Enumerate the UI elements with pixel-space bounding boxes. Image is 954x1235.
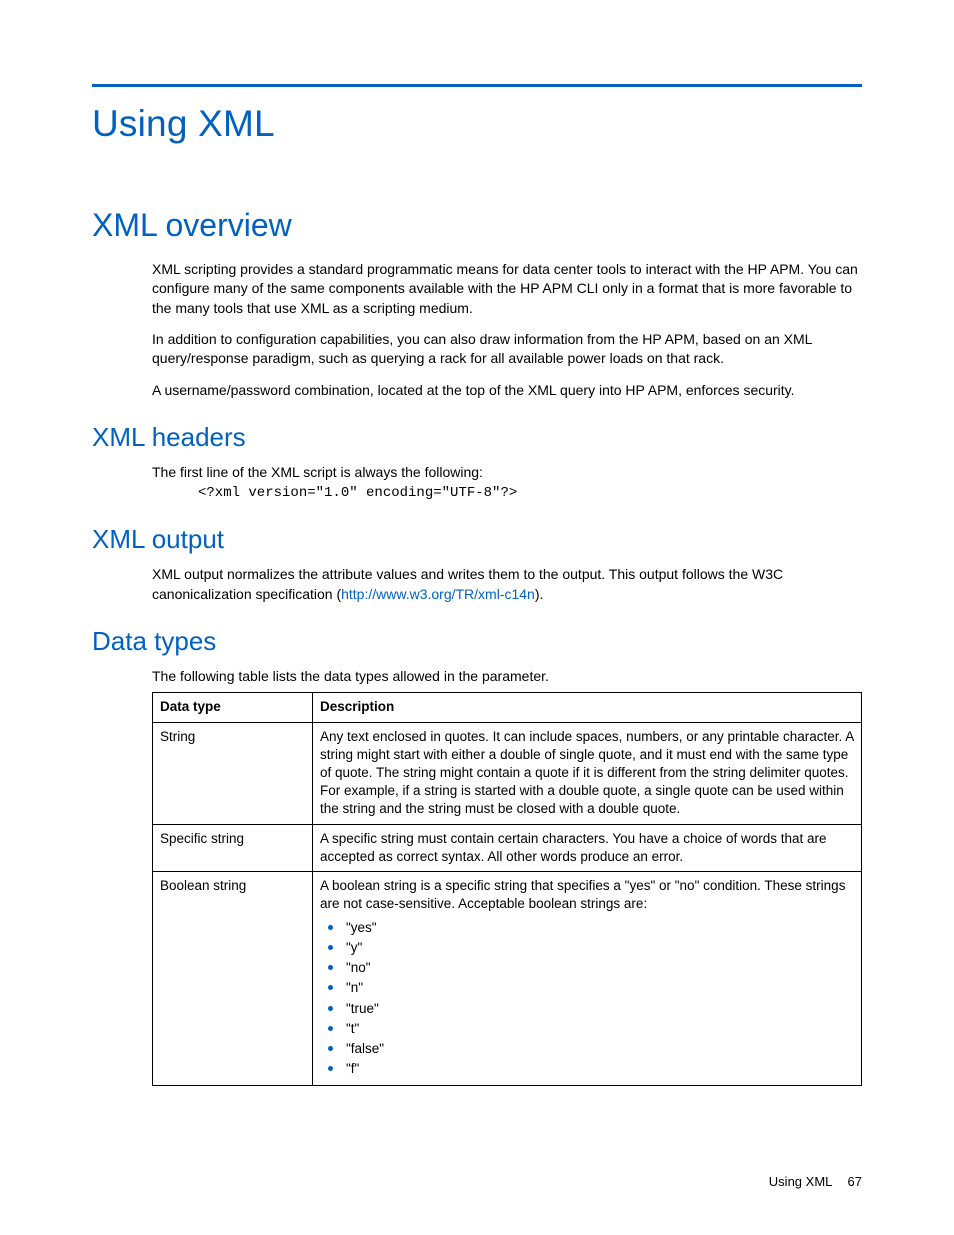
table-row: String Any text enclosed in quotes. It c… [153, 722, 862, 824]
cell-desc-p2: For example, if a string is started with… [320, 782, 854, 818]
cell-type: Boolean string [153, 872, 313, 1085]
cell-desc: A boolean string is a specific string th… [313, 872, 862, 1085]
cell-desc: A specific string must contain certain c… [313, 824, 862, 871]
boolean-bullet-list: "yes" "y" "no" "n" "true" "t" "false" "f… [320, 918, 854, 1080]
datatypes-table: Data type Description String Any text en… [152, 692, 862, 1085]
datatypes-intro: The following table lists the data types… [152, 667, 862, 686]
overview-p3: A username/password combination, located… [152, 381, 862, 400]
list-item: "true" [320, 999, 854, 1019]
cell-desc-p1: A boolean string is a specific string th… [320, 877, 854, 913]
cell-desc: Any text enclosed in quotes. It can incl… [313, 722, 862, 824]
section-output-heading: XML output [92, 524, 862, 555]
list-item: "n" [320, 978, 854, 998]
output-paragraph: XML output normalizes the attribute valu… [152, 565, 862, 604]
overview-p2: In addition to configuration capabilitie… [152, 330, 862, 369]
footer-page-number: 67 [848, 1174, 862, 1189]
cell-type: Specific string [153, 824, 313, 871]
page-footer: Using XML 67 [769, 1174, 862, 1189]
table-row: Specific string A specific string must c… [153, 824, 862, 871]
output-text-after: ). [535, 586, 544, 602]
headers-code: <?xml version="1.0" encoding="UTF-8"?> [198, 484, 862, 502]
table-row: Boolean string A boolean string is a spe… [153, 872, 862, 1085]
section-overview-heading: XML overview [92, 207, 862, 244]
chapter-title: Using XML [92, 103, 862, 145]
list-item: "false" [320, 1039, 854, 1059]
headers-intro: The first line of the XML script is alwa… [152, 463, 862, 482]
list-item: "f" [320, 1059, 854, 1079]
list-item: "y" [320, 938, 854, 958]
list-item: "no" [320, 958, 854, 978]
top-rule [92, 84, 862, 87]
list-item: "t" [320, 1019, 854, 1039]
col-header-description: Description [313, 693, 862, 722]
overview-p1: XML scripting provides a standard progra… [152, 260, 862, 318]
cell-desc-p1: Any text enclosed in quotes. It can incl… [320, 728, 854, 783]
section-datatypes-heading: Data types [92, 626, 862, 657]
cell-type: String [153, 722, 313, 824]
footer-label: Using XML [769, 1174, 832, 1189]
col-header-datatype: Data type [153, 693, 313, 722]
output-link[interactable]: http://www.w3.org/TR/xml-c14n [341, 586, 535, 602]
section-headers-heading: XML headers [92, 422, 862, 453]
list-item: "yes" [320, 918, 854, 938]
table-header-row: Data type Description [153, 693, 862, 722]
